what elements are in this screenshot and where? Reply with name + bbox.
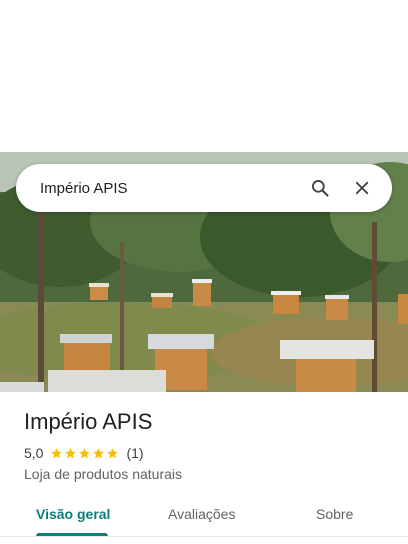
rating-row[interactable]: 5,0 (1) — [24, 444, 394, 462]
tab-reviews[interactable]: Avaliações — [168, 494, 235, 534]
review-count[interactable]: (1) — [126, 445, 143, 461]
rating-value: 5,0 — [24, 445, 44, 461]
close-icon — [355, 181, 369, 195]
place-info: Império APIS 5,0 (1) Loja de produtos na… — [24, 408, 394, 482]
place-tabs: Visão geral Avaliações Sobre — [0, 494, 408, 538]
place-category[interactable]: Loja de produtos naturais — [24, 466, 394, 482]
tab-about[interactable]: Sobre — [316, 494, 353, 534]
star-icon — [107, 447, 119, 458]
tab-overview[interactable]: Visão geral — [36, 494, 110, 534]
search-button[interactable] — [302, 170, 338, 206]
star-icon — [93, 447, 105, 458]
rating-stars — [50, 447, 120, 460]
map-area-blank — [0, 0, 408, 152]
star-icon — [65, 447, 77, 458]
place-title: Império APIS — [24, 409, 153, 434]
search-bar[interactable]: Império APIS — [16, 164, 392, 212]
search-input[interactable]: Império APIS — [40, 180, 296, 197]
search-icon — [312, 180, 329, 197]
star-icon — [51, 447, 63, 458]
clear-button[interactable] — [344, 170, 380, 206]
tabs-divider — [0, 536, 408, 537]
star-icon — [79, 447, 91, 458]
